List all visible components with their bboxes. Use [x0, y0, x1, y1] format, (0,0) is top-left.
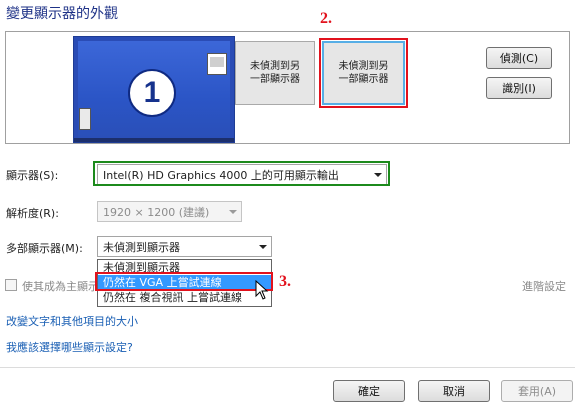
identify-button[interactable]: 識別(I) [486, 77, 552, 99]
monitor-2-label: 未偵測到另 一部顯示器 [250, 61, 300, 85]
resolution-select: 1920 × 1200 (建議) [97, 201, 242, 222]
resolution-label: 解析度(R): [6, 207, 59, 220]
text-size-link[interactable]: 改變文字和其他項目的大小 [6, 313, 138, 329]
chevron-down-icon [229, 210, 237, 214]
multi-display-label: 多部顯示器(M): [6, 242, 83, 255]
resolution-select-value: 1920 × 1200 (建議) [103, 205, 210, 219]
cancel-button[interactable]: 取消 [418, 380, 490, 402]
window-thumbnail-icon [79, 108, 91, 130]
divider [0, 367, 575, 368]
taskbar [74, 138, 234, 142]
display-settings-help-link[interactable]: 我應該選擇哪些顯示設定? [6, 339, 133, 355]
window-thumbnail-icon [207, 53, 227, 75]
annotation-box-step2 [319, 38, 408, 108]
apply-button: 套用(A) [501, 380, 573, 402]
annotation-step2: 2. [320, 10, 332, 27]
multi-display-select[interactable]: 未偵測到顯示器 [97, 236, 272, 257]
primary-display-checkbox [5, 279, 17, 291]
primary-display-label: 使其成為主顯示 [22, 280, 99, 293]
dropdown-option[interactable]: 仍然在 複合視訊 上嘗試連線 [98, 290, 271, 305]
monitor-1[interactable]: 1 [73, 36, 235, 143]
annotation-step3: 3. [279, 273, 291, 290]
display-label: 顯示器(S): [6, 169, 59, 182]
monitor-preview-area: 1 未偵測到另 一部顯示器 未偵測到另 一部顯示器 偵測(C) 識別(I) [5, 31, 570, 144]
chevron-down-icon [259, 245, 267, 249]
monitor-2[interactable]: 未偵測到另 一部顯示器 [235, 41, 315, 105]
detect-button[interactable]: 偵測(C) [486, 47, 552, 69]
monitor-number: 1 [143, 76, 161, 109]
annotation-box-display [93, 161, 390, 186]
multi-display-select-value: 未偵測到顯示器 [103, 240, 180, 254]
advanced-settings-link[interactable]: 進階設定 [522, 278, 566, 294]
ok-button[interactable]: 確定 [333, 380, 405, 402]
mouse-cursor-icon [255, 280, 269, 300]
page-title: 變更顯示器的外觀 [6, 6, 118, 22]
monitor-number-badge: 1 [128, 69, 176, 117]
annotation-box-step3 [95, 272, 273, 291]
